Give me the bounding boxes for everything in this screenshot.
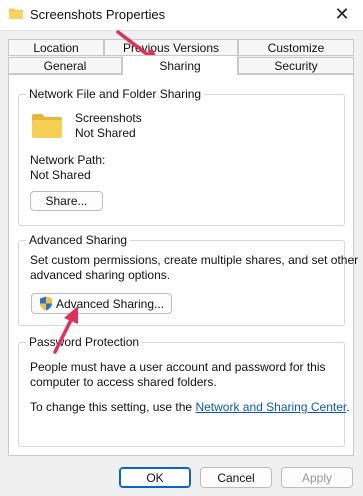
tab-sharing[interactable]: Sharing: [122, 55, 238, 75]
advanced-sharing-description-line2: advanced sharing options.: [30, 268, 171, 282]
tab-customize[interactable]: Customize: [238, 39, 354, 56]
folder-share-status: Not Shared: [75, 126, 136, 140]
tab-previous-versions[interactable]: Previous Versions: [104, 39, 238, 56]
tab-security[interactable]: Security: [238, 57, 354, 74]
network-path-label: Network Path:: [30, 153, 106, 167]
folder-name: Screenshots: [75, 111, 142, 125]
advanced-sharing-description-line1: Set custom permissions, create multiple …: [30, 253, 359, 267]
password-protection-heading: Password Protection: [26, 335, 143, 349]
advanced-sharing-heading: Advanced Sharing: [26, 233, 131, 247]
network-path-value: Not Shared: [30, 168, 91, 182]
password-protection-group: [18, 342, 345, 447]
shield-icon: [39, 296, 52, 311]
window-title: Screenshots Properties: [30, 7, 166, 22]
password-protection-line2: computer to access shared folders.: [30, 375, 217, 389]
folder-icon: [32, 114, 62, 138]
network-sharing-center-link[interactable]: Network and Sharing Center: [195, 400, 346, 414]
title-bar: Screenshots Properties ✕: [0, 0, 363, 31]
advanced-sharing-button-label: Advanced Sharing...: [55, 296, 165, 311]
folder-icon: [9, 8, 23, 19]
apply-button: Apply: [281, 467, 353, 488]
share-button[interactable]: Share...: [30, 191, 103, 211]
sharing-panel: Network File and Folder Sharing Screensh…: [8, 74, 358, 456]
change-setting-suffix: .: [346, 400, 350, 414]
tab-location[interactable]: Location: [8, 39, 104, 56]
password-protection-line1: People must have a user account and pass…: [30, 360, 326, 374]
ok-button[interactable]: OK: [119, 467, 191, 488]
tab-general[interactable]: General: [8, 57, 122, 74]
network-sharing-heading: Network File and Folder Sharing: [26, 87, 205, 101]
change-setting-prefix: To change this setting, use the: [30, 400, 196, 414]
advanced-sharing-button[interactable]: Advanced Sharing...: [31, 293, 172, 314]
close-button[interactable]: ✕: [330, 3, 354, 25]
cancel-button[interactable]: Cancel: [200, 467, 272, 488]
change-setting-text: To change this setting, use the Network …: [30, 400, 350, 414]
